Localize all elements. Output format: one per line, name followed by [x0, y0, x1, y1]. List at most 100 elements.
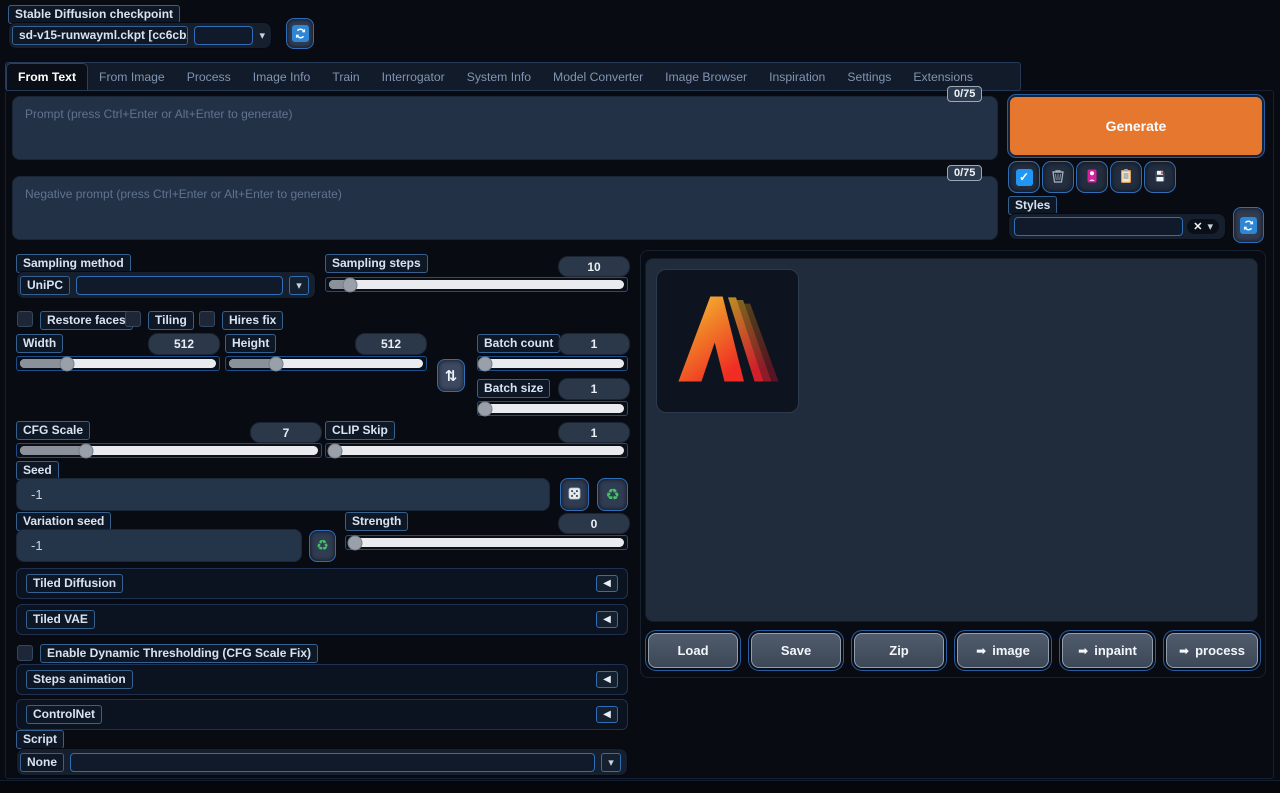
recycle-icon: ♻	[605, 485, 619, 504]
footer	[0, 780, 1280, 793]
tab-image-info[interactable]: Image Info	[242, 63, 322, 90]
hires-fix-label: Hires fix	[222, 311, 283, 330]
trash-icon	[1050, 168, 1066, 187]
tiling-checkbox[interactable]	[125, 311, 141, 327]
generate-button[interactable]: Generate	[1008, 95, 1264, 157]
height-slider[interactable]	[225, 356, 427, 371]
prompt-input[interactable]	[12, 96, 998, 160]
batch-count-slider[interactable]	[477, 356, 628, 371]
chevron-down-icon[interactable]: ▾	[1207, 220, 1213, 233]
send-to-process-button[interactable]: ➡ process	[1166, 633, 1258, 668]
zip-button[interactable]: Zip	[854, 633, 944, 668]
negative-prompt-input[interactable]	[12, 176, 998, 240]
chevron-down-icon[interactable]: ▾	[259, 29, 265, 42]
strength-value[interactable]: 0	[558, 513, 630, 534]
accordion-steps-animation[interactable]: Steps animation ◀	[16, 664, 628, 695]
prompt-token-counter: 0/75	[947, 86, 982, 102]
height-value[interactable]: 512	[355, 333, 427, 355]
styles-input[interactable]	[1014, 217, 1183, 236]
extra-networks-button[interactable]	[1076, 161, 1108, 193]
accordion-tiled-vae[interactable]: Tiled VAE ◀	[16, 604, 628, 635]
sampling-method-dropdown[interactable]: UniPC ▾	[16, 271, 316, 299]
dynamic-thresholding-label: Enable Dynamic Thresholding (CFG Scale F…	[40, 644, 318, 663]
tiling-label: Tiling	[148, 311, 194, 330]
tab-settings[interactable]: Settings	[836, 63, 902, 90]
width-value[interactable]: 512	[148, 333, 220, 355]
cfg-scale-value[interactable]: 7	[250, 422, 322, 443]
tab-system-info[interactable]: System Info	[456, 63, 542, 90]
save-button[interactable]: Save	[751, 633, 841, 668]
reuse-seed-button[interactable]: ♻	[597, 478, 628, 511]
slider-handle[interactable]	[327, 443, 342, 458]
save-style-button[interactable]	[1144, 161, 1176, 193]
chevron-down-icon[interactable]: ▾	[601, 753, 621, 772]
slider-handle[interactable]	[60, 356, 75, 371]
load-button[interactable]: Load	[648, 633, 738, 668]
batch-size-value[interactable]: 1	[558, 378, 630, 400]
checkpoint-filter-input[interactable]	[194, 26, 253, 45]
dynamic-thresholding-checkbox[interactable]	[17, 645, 33, 661]
slider-handle[interactable]	[342, 277, 357, 292]
batch-count-value[interactable]: 1	[558, 333, 630, 355]
tab-from-image[interactable]: From Image	[88, 63, 176, 90]
confirm-check-button[interactable]: ✓	[1008, 161, 1040, 193]
prompt-tools: ✓	[1008, 161, 1176, 193]
accordion-tiled-diffusion[interactable]: Tiled Diffusion ◀	[16, 568, 628, 599]
tab-train[interactable]: Train	[321, 63, 370, 90]
cfg-scale-slider[interactable]	[16, 443, 322, 458]
checkpoint-refresh-button[interactable]	[286, 18, 314, 49]
script-filter-input[interactable]	[70, 753, 595, 772]
restore-faces-checkbox[interactable]	[17, 311, 33, 327]
slider-handle[interactable]	[268, 356, 283, 371]
strength-label: Strength	[345, 512, 408, 531]
tab-inspiration[interactable]: Inspiration	[758, 63, 836, 90]
script-value[interactable]: None	[20, 753, 64, 772]
checkpoint-value[interactable]: sd-v15-runwayml.ckpt [cc6cb27103]	[12, 26, 188, 45]
tab-image-browser[interactable]: Image Browser	[654, 63, 758, 90]
tab-interrogator[interactable]: Interrogator	[371, 63, 456, 90]
send-to-inpaint-button[interactable]: ➡ inpaint	[1062, 633, 1153, 668]
floppy-disk-icon	[1152, 168, 1168, 187]
clip-skip-value[interactable]: 1	[558, 422, 630, 443]
hires-fix-checkbox[interactable]	[199, 311, 215, 327]
check-icon: ✓	[1016, 169, 1033, 186]
clip-skip-label: CLIP Skip	[325, 421, 395, 440]
slider-handle[interactable]	[78, 443, 93, 458]
batch-size-slider[interactable]	[477, 401, 628, 416]
checkpoint-dropdown[interactable]: sd-v15-runwayml.ckpt [cc6cb27103] ▾	[8, 22, 272, 49]
clipboard-icon	[1118, 168, 1134, 187]
strength-slider[interactable]	[345, 535, 628, 550]
clipboard-button[interactable]	[1110, 161, 1142, 193]
seed-input[interactable]	[16, 478, 550, 511]
tab-from-text[interactable]: From Text	[6, 63, 88, 90]
slider-handle[interactable]	[478, 356, 493, 371]
sampling-method-value[interactable]: UniPC	[20, 276, 70, 295]
styles-dropdown[interactable]: ✕ ▾	[1008, 213, 1226, 240]
reuse-variation-seed-button[interactable]: ♻	[309, 530, 336, 562]
tab-process[interactable]: Process	[176, 63, 242, 90]
clear-prompt-button[interactable]	[1042, 161, 1074, 193]
accordion-controlnet[interactable]: ControlNet ◀	[16, 699, 628, 730]
send-to-image-button[interactable]: ➡ image	[957, 633, 1049, 668]
refresh-icon	[1240, 217, 1257, 234]
sampling-method-filter-input[interactable]	[76, 276, 283, 295]
slider-handle[interactable]	[347, 535, 362, 550]
gallery-thumbnail[interactable]	[656, 269, 799, 413]
chevron-down-icon[interactable]: ▾	[289, 276, 309, 295]
variation-seed-input[interactable]	[16, 529, 302, 562]
random-seed-button[interactable]	[560, 478, 589, 511]
negative-prompt-token-counter: 0/75	[947, 165, 982, 181]
tab-model-converter[interactable]: Model Converter	[542, 63, 654, 90]
collapse-arrow-icon: ◀	[596, 611, 618, 628]
collapse-arrow-icon: ◀	[596, 671, 618, 688]
sampling-steps-slider[interactable]	[325, 277, 628, 292]
clear-styles-icon[interactable]: ✕	[1193, 220, 1202, 233]
script-dropdown[interactable]: None ▾	[16, 748, 628, 776]
swap-dimensions-button[interactable]: ⇅	[437, 359, 465, 392]
clip-skip-slider[interactable]	[325, 443, 628, 458]
width-slider[interactable]	[16, 356, 220, 371]
slider-handle[interactable]	[478, 401, 493, 416]
styles-refresh-button[interactable]	[1233, 207, 1264, 243]
sampling-steps-value[interactable]: 10	[558, 256, 630, 277]
width-label: Width	[16, 334, 63, 353]
